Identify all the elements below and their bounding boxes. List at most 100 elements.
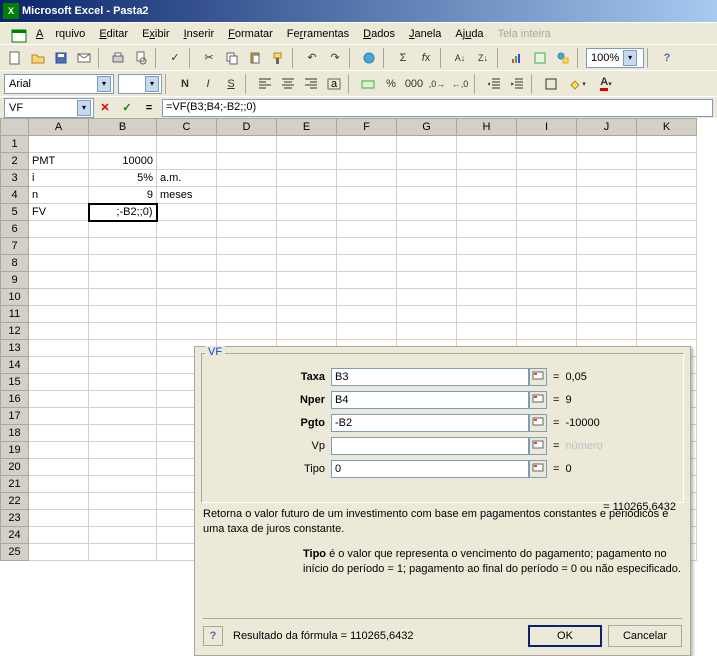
cut-icon[interactable]: ✂ (198, 47, 220, 69)
col-header[interactable]: E (277, 119, 337, 136)
redo-icon[interactable]: ↷ (324, 47, 346, 69)
cell[interactable]: PMT (29, 153, 89, 170)
cell[interactable]: FV (29, 204, 89, 221)
cell[interactable]: meses (157, 187, 217, 204)
percent-icon[interactable]: % (380, 73, 402, 95)
col-header[interactable]: A (29, 119, 89, 136)
menu-tela-inteira[interactable]: Tela inteira (492, 26, 557, 42)
row-header[interactable]: 1 (1, 136, 29, 153)
edit-formula-icon[interactable]: = (139, 99, 159, 117)
row-header[interactable]: 13 (1, 340, 29, 357)
menu-ajuda[interactable]: Ajuda (449, 26, 489, 42)
function-icon[interactable]: fx (415, 47, 437, 69)
row-header[interactable]: 12 (1, 323, 29, 340)
menu-editar[interactable]: Editar (93, 26, 134, 42)
row-header[interactable]: 18 (1, 425, 29, 442)
row-header[interactable]: 14 (1, 357, 29, 374)
col-header[interactable]: F (337, 119, 397, 136)
font-combo[interactable]: Arial▾ (4, 74, 114, 94)
cell[interactable]: 5% (89, 170, 157, 187)
map-icon[interactable] (529, 47, 551, 69)
format-painter-icon[interactable] (267, 47, 289, 69)
help-icon[interactable]: ? (656, 47, 678, 69)
cancel-button[interactable]: Cancelar (608, 625, 682, 647)
select-all[interactable] (1, 119, 29, 136)
align-center-icon[interactable] (277, 73, 299, 95)
formula-input[interactable]: =VF(B3;B4;-B2;;0) (162, 99, 713, 117)
row-header[interactable]: 2 (1, 153, 29, 170)
active-cell[interactable]: ;-B2;;0) (89, 204, 157, 221)
merge-icon[interactable]: a (323, 73, 345, 95)
currency-icon[interactable] (357, 73, 379, 95)
row-header[interactable]: 21 (1, 476, 29, 493)
borders-icon[interactable] (540, 73, 562, 95)
undo-icon[interactable]: ↶ (301, 47, 323, 69)
col-header[interactable]: C (157, 119, 217, 136)
cell[interactable]: n (29, 187, 89, 204)
row-header[interactable]: 4 (1, 187, 29, 204)
cell[interactable]: 9 (89, 187, 157, 204)
thousands-icon[interactable]: 000 (403, 73, 425, 95)
dec-indent-icon[interactable] (483, 73, 505, 95)
col-header[interactable]: I (517, 119, 577, 136)
row-header[interactable]: 9 (1, 272, 29, 289)
new-icon[interactable] (4, 47, 26, 69)
size-combo[interactable]: ▾ (118, 74, 162, 94)
font-color-icon[interactable]: A▾ (592, 73, 620, 95)
dec-decimal-icon[interactable]: ←,0 (449, 73, 471, 95)
cell[interactable]: i (29, 170, 89, 187)
print-icon[interactable] (107, 47, 129, 69)
draw-icon[interactable] (552, 47, 574, 69)
col-header[interactable]: H (457, 119, 517, 136)
row-header[interactable]: 20 (1, 459, 29, 476)
chevron-down-icon[interactable]: ▾ (145, 76, 159, 92)
menu-arquivo[interactable]: Arquivo (30, 26, 91, 42)
underline-icon[interactable]: S (220, 73, 242, 95)
paste-icon[interactable] (244, 47, 266, 69)
italic-icon[interactable]: I (197, 73, 219, 95)
row-header[interactable]: 5 (1, 204, 29, 221)
menu-ferramentas[interactable]: Ferramentas (281, 26, 355, 42)
row-header[interactable]: 10 (1, 289, 29, 306)
spell-icon[interactable]: ✓ (164, 47, 186, 69)
sort-asc-icon[interactable]: A↓ (449, 47, 471, 69)
menu-dados[interactable]: Dados (357, 26, 401, 42)
menu-exibir[interactable]: Exibir (136, 26, 176, 42)
align-left-icon[interactable] (254, 73, 276, 95)
row-header[interactable]: 24 (1, 527, 29, 544)
sort-desc-icon[interactable]: Z↓ (472, 47, 494, 69)
inc-indent-icon[interactable] (506, 73, 528, 95)
row-header[interactable]: 19 (1, 442, 29, 459)
ok-button[interactable]: OK (528, 625, 602, 647)
copy-icon[interactable] (221, 47, 243, 69)
spreadsheet-grid[interactable]: A B C D E F G H I J K 1 2PMT10000 3i5%a.… (0, 118, 717, 561)
row-header[interactable]: 23 (1, 510, 29, 527)
cell[interactable]: a.m. (157, 170, 217, 187)
fill-color-icon[interactable]: ▾ (563, 73, 591, 95)
row-header[interactable]: 17 (1, 408, 29, 425)
col-header[interactable]: B (89, 119, 157, 136)
col-header[interactable]: D (217, 119, 277, 136)
zoom-combo[interactable]: 100%▾ (586, 48, 644, 68)
chevron-down-icon[interactable]: ▾ (97, 76, 111, 92)
preview-icon[interactable] (130, 47, 152, 69)
row-header[interactable]: 6 (1, 221, 29, 238)
row-header[interactable]: 22 (1, 493, 29, 510)
chevron-down-icon[interactable]: ▾ (77, 100, 91, 116)
menu-formatar[interactable]: Formatar (222, 26, 279, 42)
cell[interactable]: 10000 (89, 153, 157, 170)
row-header[interactable]: 8 (1, 255, 29, 272)
row-header[interactable]: 7 (1, 238, 29, 255)
mail-icon[interactable] (73, 47, 95, 69)
row-header[interactable]: 15 (1, 374, 29, 391)
name-box[interactable]: VF▾ (4, 98, 94, 118)
col-header[interactable]: J (577, 119, 637, 136)
row-header[interactable]: 16 (1, 391, 29, 408)
bold-icon[interactable]: N (174, 73, 196, 95)
row-header[interactable]: 3 (1, 170, 29, 187)
row-header[interactable]: 11 (1, 306, 29, 323)
link-icon[interactable] (358, 47, 380, 69)
col-header[interactable]: G (397, 119, 457, 136)
save-icon[interactable] (50, 47, 72, 69)
menu-janela[interactable]: Janela (403, 26, 447, 42)
